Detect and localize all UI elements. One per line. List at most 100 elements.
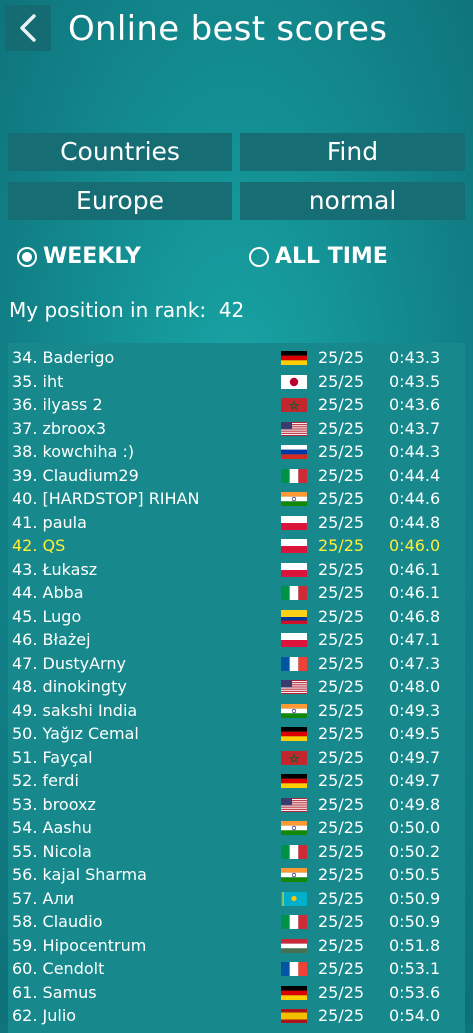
flag-it-icon — [281, 468, 307, 483]
difficulty-selector[interactable]: normal — [240, 182, 465, 220]
weekly-label: WEEKLY — [43, 244, 141, 269]
player-name: 41. paula — [12, 512, 87, 532]
region-selector[interactable]: Europe — [8, 182, 232, 220]
player-time: 0:50.2 — [389, 841, 441, 861]
player-time: 0:43.5 — [389, 371, 441, 391]
player-name: 47. DustyArny — [12, 653, 126, 673]
flag-in-icon — [281, 492, 307, 506]
player-name: 44. Abba — [12, 583, 84, 602]
player-time: 0:48.0 — [389, 677, 441, 696]
player-time: 0:50.5 — [389, 865, 441, 884]
player-score: 25/25 — [318, 630, 365, 649]
my-position-value: 42 — [218, 298, 245, 322]
alltime-radio[interactable]: ALL TIME — [249, 244, 388, 269]
player-time: 0:51.8 — [389, 935, 441, 955]
leaderboard-row: 45. Lugo 25/25 0:46.8 — [8, 605, 465, 629]
player-score: 25/25 — [318, 865, 365, 884]
player-score: 25/25 — [318, 935, 365, 955]
player-name: 60. Cendolt — [12, 959, 105, 978]
player-score: 25/25 — [318, 653, 365, 673]
leaderboard-row: 37. zbroox3 25/25 0:43.7 — [8, 417, 465, 441]
player-time: 0:50.9 — [389, 888, 441, 908]
player-time: 0:46.1 — [389, 583, 441, 602]
player-time: 0:53.1 — [389, 959, 441, 978]
flag-fr-icon — [281, 962, 307, 976]
leaderboard-row: 60. Cendolt 25/25 0:53.1 — [8, 957, 465, 981]
player-score: 25/25 — [318, 747, 365, 767]
back-button[interactable] — [5, 5, 51, 51]
radio-unselected-icon — [249, 246, 269, 267]
player-time: 0:53.6 — [389, 982, 441, 1002]
player-time: 0:43.3 — [389, 348, 441, 367]
player-name: 54. Aashu — [12, 818, 92, 837]
countries-button[interactable]: Countries — [8, 133, 232, 171]
player-time: 0:44.8 — [389, 512, 441, 532]
player-name: 39. Claudium29 — [12, 465, 139, 485]
player-score: 25/25 — [318, 677, 365, 696]
leaderboard-row: 43. Łukasz 25/25 0:46.1 — [8, 558, 465, 582]
player-name: 43. Łukasz — [12, 559, 98, 579]
leaderboard-row: 61. Samus 25/25 0:53.6 — [8, 981, 465, 1005]
player-score: 25/25 — [318, 794, 365, 814]
player-name: 40. [HARDSTOP] RIHAN — [12, 489, 200, 508]
player-score: 25/25 — [318, 512, 365, 532]
leaderboard-row: 50. Yağız Cemal 25/25 0:49.5 — [8, 722, 465, 746]
leaderboard-list[interactable]: 34. Baderigo 25/25 0:43.3 35. iht 25/25 0:43.… — [8, 343, 465, 1033]
player-name: 34. Baderigo — [12, 348, 115, 367]
leaderboard-row: 38. kowchiha :) 25/25 0:44.3 — [8, 440, 465, 464]
leaderboard-row: 51. Fayçal 25/25 0:49.7 — [8, 746, 465, 770]
player-score: 25/25 — [318, 465, 365, 485]
flag-it-icon — [281, 586, 307, 600]
player-time: 0:50.9 — [389, 912, 441, 931]
player-time: 0:50.0 — [389, 818, 441, 837]
player-name: 61. Samus — [12, 982, 97, 1002]
player-name: 48. dinokingty — [12, 677, 127, 696]
player-score: 25/25 — [318, 442, 365, 461]
player-score: 25/25 — [318, 982, 365, 1002]
flag-ma-icon — [281, 398, 307, 412]
player-time: 0:49.8 — [389, 794, 441, 814]
flag-in-icon — [281, 703, 307, 718]
player-name: 52. ferdi — [12, 771, 79, 790]
leaderboard-row: 57. Али 25/25 0:50.9 — [8, 887, 465, 911]
player-score: 25/25 — [318, 418, 365, 438]
player-score: 25/25 — [318, 395, 365, 414]
player-time: 0:44.4 — [389, 465, 441, 485]
player-name: 56. kajal Sharma — [12, 865, 147, 884]
player-score: 25/25 — [318, 348, 365, 367]
player-name: 51. Fayçal — [12, 747, 93, 767]
flag-in-icon — [281, 821, 307, 835]
weekly-radio[interactable]: WEEKLY — [17, 244, 141, 269]
player-score: 25/25 — [318, 818, 365, 837]
my-position: My position in rank: 42 — [9, 298, 244, 322]
leaderboard-row: 56. kajal Sharma 25/25 0:50.5 — [8, 863, 465, 887]
player-score: 25/25 — [318, 771, 365, 790]
find-button[interactable]: Find — [240, 133, 465, 171]
leaderboard-row: 49. sakshi India 25/25 0:49.3 — [8, 699, 465, 723]
flag-us-icon — [281, 680, 307, 694]
player-score: 25/25 — [318, 700, 365, 720]
flag-us-icon — [281, 797, 307, 812]
player-score: 25/25 — [318, 724, 365, 743]
flag-de-icon — [281, 351, 307, 365]
player-score: 25/25 — [318, 606, 365, 626]
player-name: 59. Hipocentrum — [12, 935, 147, 955]
player-time: 0:44.6 — [389, 489, 441, 508]
leaderboard-row: 53. brooxz 25/25 0:49.8 — [8, 793, 465, 817]
leaderboard-row: 52. ferdi 25/25 0:49.7 — [8, 769, 465, 793]
flag-de-icon — [281, 774, 307, 788]
player-score: 25/25 — [318, 371, 365, 391]
flag-de-icon — [281, 985, 307, 1000]
flag-ru-icon — [281, 445, 307, 459]
player-score: 25/25 — [318, 841, 365, 861]
flag-pl-icon — [281, 562, 307, 577]
player-name: 53. brooxz — [12, 794, 96, 814]
page-title: Online best scores — [68, 9, 388, 49]
player-name: 50. Yağız Cemal — [12, 724, 139, 743]
flag-pl-icon — [281, 539, 307, 553]
flag-ma-icon — [281, 750, 307, 765]
flag-it-icon — [281, 844, 307, 859]
player-time: 0:47.3 — [389, 653, 441, 673]
flag-us-icon — [281, 421, 307, 436]
player-name: 46. Błażej — [12, 630, 91, 649]
